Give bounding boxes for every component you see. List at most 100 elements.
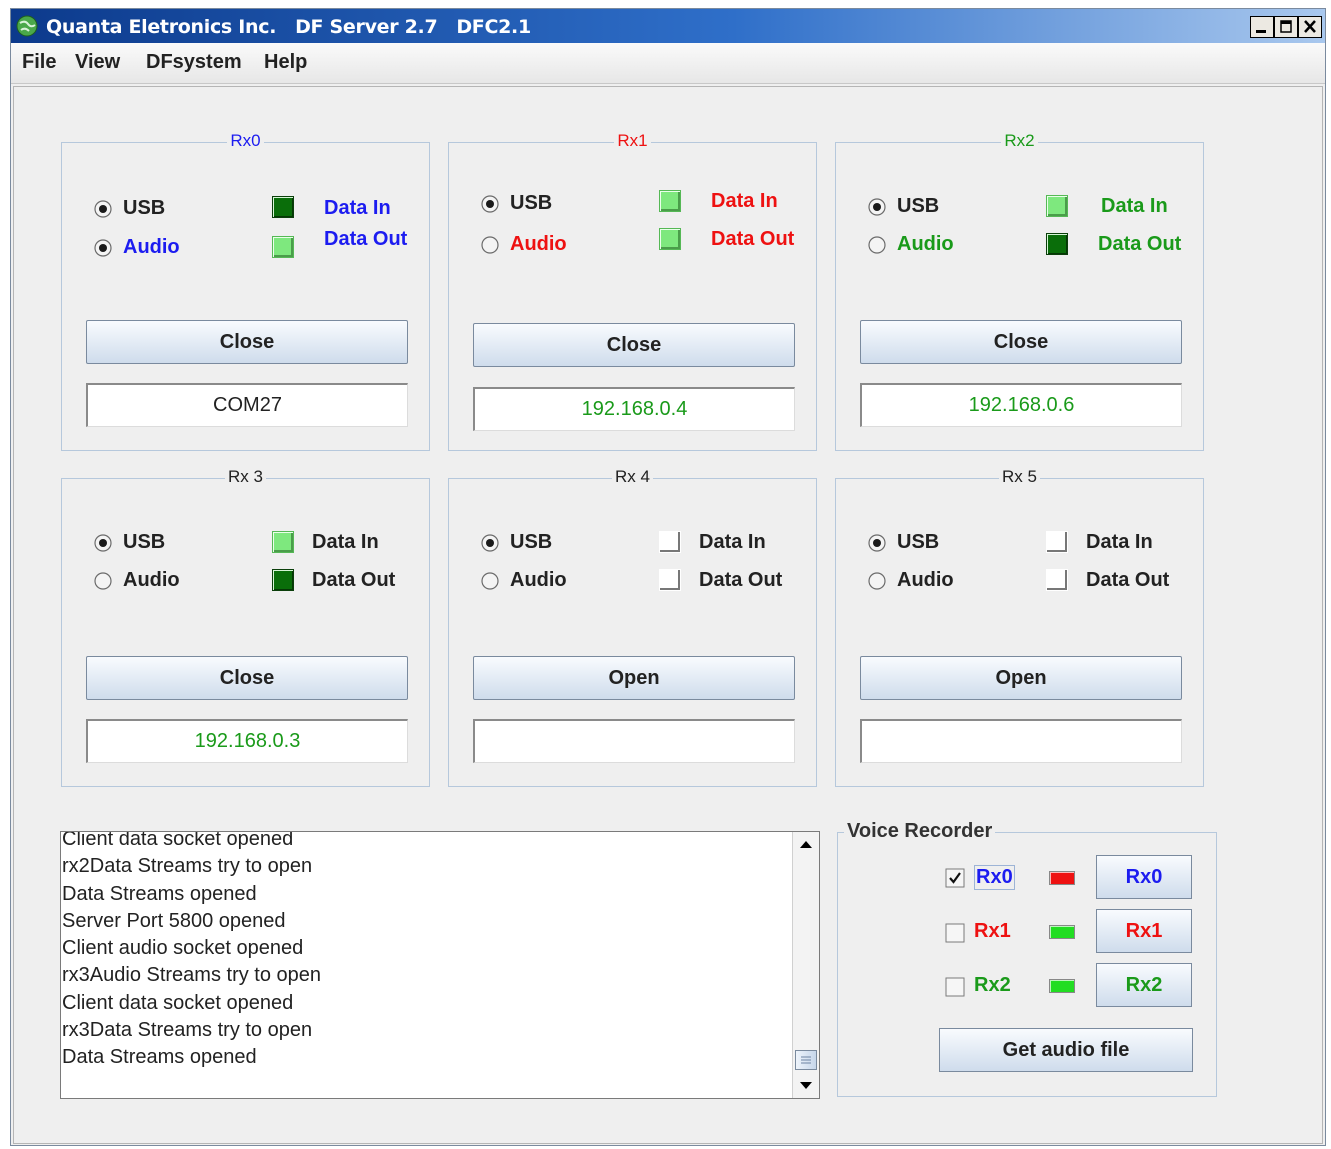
record-rx1-label: Rx1	[974, 920, 1011, 942]
usb-label: USB	[123, 197, 166, 219]
log-line: Client audio socket opened	[62, 937, 304, 960]
usb-radio[interactable]	[481, 195, 499, 213]
minimize-button[interactable]	[1250, 16, 1274, 38]
record-rx2-label: Rx2	[974, 974, 1011, 996]
port-field[interactable]: COM27	[86, 383, 408, 427]
usb-radio[interactable]	[481, 534, 499, 552]
record-rx2-indicator	[1049, 979, 1075, 993]
close-window-button[interactable]	[1298, 16, 1322, 38]
data-out-indicator	[659, 569, 681, 591]
audio-label: Audio	[510, 569, 567, 591]
scroll-up-icon[interactable]	[793, 832, 819, 858]
close-button[interactable]: Close	[86, 320, 408, 364]
open-button[interactable]: Open	[473, 656, 795, 700]
record-rx0-checkbox[interactable]	[945, 868, 965, 888]
app-window: Quanta Eletronics Inc. DF Server 2.7 DFC…	[10, 8, 1326, 1146]
rx4-panel: Rx 4 USB Audio Data In Data Out Open	[448, 467, 817, 787]
data-out-label: Data Out	[699, 569, 783, 591]
rx3-panel: Rx 3 USB Audio Data In Data Out Close 19…	[61, 467, 430, 787]
audio-radio[interactable]	[481, 572, 499, 590]
audio-label: Audio	[123, 569, 180, 591]
usb-label: USB	[897, 531, 940, 553]
record-rx2-checkbox[interactable]	[945, 977, 965, 997]
audio-label: Audio	[123, 236, 180, 258]
audio-radio[interactable]	[868, 236, 886, 254]
ip-field[interactable]	[473, 719, 795, 763]
ip-field[interactable]: 192.168.0.6	[860, 383, 1182, 427]
panel-title: Rx2	[1001, 131, 1038, 150]
audio-label: Audio	[510, 233, 567, 255]
usb-label: USB	[123, 531, 166, 553]
data-in-label: Data In	[711, 190, 778, 212]
scroll-down-icon[interactable]	[793, 1072, 819, 1098]
record-rx2-button[interactable]: Rx2	[1096, 963, 1192, 1007]
get-audio-file-button[interactable]: Get audio file	[939, 1028, 1193, 1072]
close-button[interactable]: Close	[860, 320, 1182, 364]
restore-button[interactable]	[1274, 16, 1298, 38]
panel-title: Rx 5	[999, 467, 1040, 486]
audio-label: Audio	[897, 233, 954, 255]
panel-title: Rx1	[614, 131, 651, 150]
data-out-indicator	[1046, 233, 1068, 255]
close-button[interactable]: Close	[473, 323, 795, 367]
rx0-panel: Rx0 USB Audio Data In Data Out Close COM…	[61, 131, 430, 451]
ip-field[interactable]: 192.168.0.3	[86, 719, 408, 763]
ip-field[interactable]: 192.168.0.4	[473, 387, 795, 431]
log-textarea[interactable]: Client data socket opened rx2Data Stream…	[60, 831, 820, 1099]
menu-help[interactable]: Help	[264, 51, 307, 74]
data-in-indicator	[272, 196, 294, 218]
ip-field[interactable]	[860, 719, 1182, 763]
usb-radio[interactable]	[868, 198, 886, 216]
menu-dfsystem[interactable]: DFsystem	[146, 51, 242, 74]
record-rx1-indicator	[1049, 925, 1075, 939]
menu-bar: File View DFsystem Help	[11, 43, 1325, 84]
audio-radio[interactable]	[481, 236, 499, 254]
title-bar: Quanta Eletronics Inc. DF Server 2.7 DFC…	[11, 9, 1325, 43]
window-title: Quanta Eletronics Inc. DF Server 2.7 DFC…	[46, 16, 531, 38]
audio-label: Audio	[897, 569, 954, 591]
data-in-label: Data In	[324, 197, 391, 219]
data-in-label: Data In	[1086, 531, 1153, 553]
data-in-indicator	[659, 531, 681, 553]
data-in-label: Data In	[1101, 195, 1168, 217]
scroll-thumb[interactable]	[795, 1050, 817, 1070]
record-rx1-button[interactable]: Rx1	[1096, 909, 1192, 953]
data-out-label: Data Out	[324, 228, 408, 250]
record-rx1-checkbox[interactable]	[945, 923, 965, 943]
log-line: rx3Audio Streams try to open	[62, 964, 322, 987]
log-line: rx3Data Streams try to open	[62, 1019, 313, 1042]
panel-title: Rx 3	[225, 467, 266, 486]
rx2-panel: Rx2 USB Audio Data In Data Out Close 192…	[835, 131, 1204, 451]
app-globe-icon	[16, 15, 38, 37]
usb-label: USB	[897, 195, 940, 217]
data-in-indicator	[659, 190, 681, 212]
log-scrollbar[interactable]	[792, 832, 819, 1098]
data-out-label: Data Out	[711, 228, 795, 250]
record-rx0-button[interactable]: Rx0	[1096, 855, 1192, 899]
log-line: Data Streams opened	[62, 1046, 257, 1069]
data-in-indicator	[272, 531, 294, 553]
data-in-label: Data In	[699, 531, 766, 553]
voice-recorder-group: Voice Recorder Rx0 Rx0 Rx1 Rx1 Rx2 Rx2 G…	[837, 820, 1217, 1097]
log-line: rx2Data Streams try to open	[62, 855, 313, 878]
data-in-indicator	[1046, 195, 1068, 217]
minimize-icon	[1256, 30, 1266, 33]
usb-radio[interactable]	[94, 200, 112, 218]
log-line: Client data socket opened	[62, 991, 294, 1014]
menu-view[interactable]: View	[75, 51, 120, 74]
audio-radio[interactable]	[94, 239, 112, 257]
rx5-panel: Rx 5 USB Audio Data In Data Out Open	[835, 467, 1204, 787]
open-button[interactable]: Open	[860, 656, 1182, 700]
close-button[interactable]: Close	[86, 656, 408, 700]
voice-recorder-title: Voice Recorder	[844, 820, 996, 843]
panel-title: Rx 4	[612, 467, 653, 486]
menu-file[interactable]: File	[22, 51, 56, 74]
audio-radio[interactable]	[868, 572, 886, 590]
data-out-indicator	[1046, 569, 1068, 591]
log-line: Data Streams opened	[62, 882, 257, 905]
audio-radio[interactable]	[94, 572, 112, 590]
usb-radio[interactable]	[94, 534, 112, 552]
usb-radio[interactable]	[868, 534, 886, 552]
panel-title: Rx0	[227, 131, 264, 150]
main-content: Rx0 USB Audio Data In Data Out Close COM…	[13, 86, 1323, 1144]
